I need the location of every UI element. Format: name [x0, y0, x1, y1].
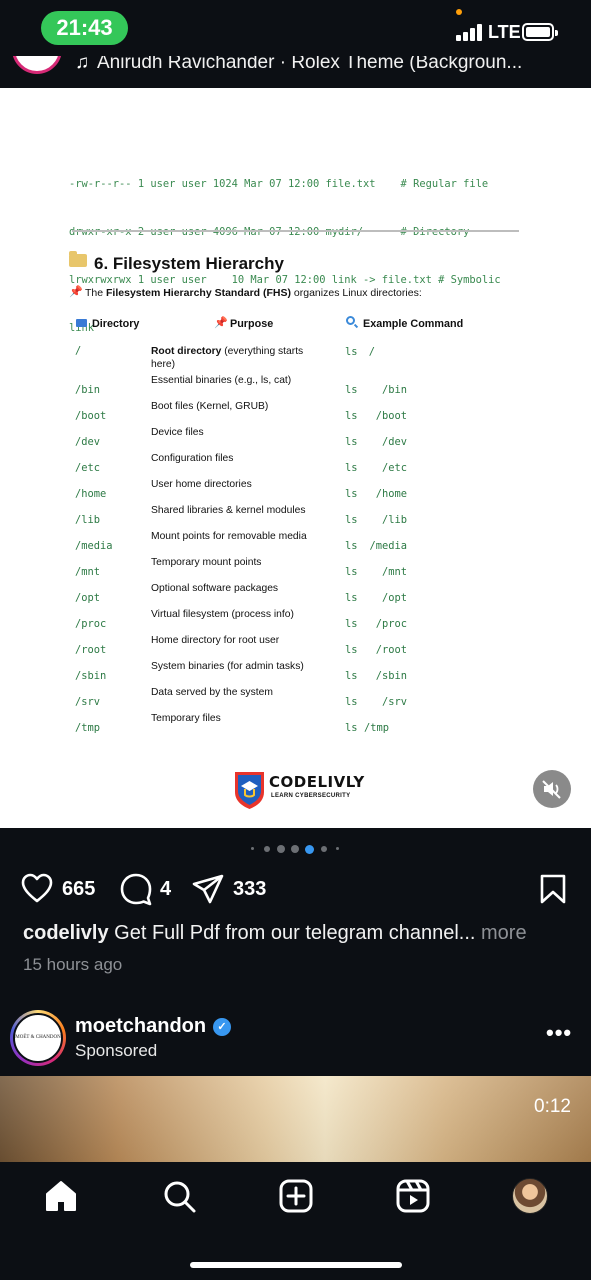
- comment-icon[interactable]: [119, 872, 153, 906]
- sponsored-video[interactable]: 0:12: [0, 1076, 591, 1162]
- dir-cell: /etc: [75, 462, 101, 474]
- purpose-cell: Temporary mount points: [151, 557, 262, 568]
- home-icon[interactable]: [43, 1178, 79, 1214]
- carousel-indicator: [0, 844, 591, 854]
- purpose-cell: Optional software packages: [151, 583, 279, 594]
- sponsored-label: Sponsored: [75, 1041, 158, 1060]
- dir-cell: /tmp: [75, 722, 101, 734]
- dir-cell: /srv: [75, 696, 101, 708]
- mute-button[interactable]: [533, 770, 571, 808]
- section-title: 6. Filesystem Hierarchy: [94, 254, 284, 273]
- paper-plane-icon[interactable]: [191, 873, 225, 905]
- caption-more-link[interactable]: more: [475, 922, 527, 944]
- post-caption: codelivly Get Full Pdf from our telegram…: [23, 922, 527, 945]
- dir-cell: /proc: [75, 618, 107, 630]
- likes-count[interactable]: 665: [62, 878, 95, 901]
- purpose-cell: Boot files (Kernel, GRUB): [151, 401, 269, 412]
- code-line: drwxr-xr-x 2 user user 4096 Mar 07 12:00…: [69, 226, 470, 238]
- divider: [72, 230, 519, 232]
- more-options-icon[interactable]: •••: [546, 1020, 572, 1046]
- folder-icon: [76, 319, 87, 327]
- dir-cell: /bin: [75, 384, 101, 396]
- comments-count[interactable]: 4: [160, 878, 171, 901]
- privacy-indicator-dot: [456, 9, 462, 15]
- purpose-cell: Mount points for removable media: [151, 531, 307, 542]
- purpose-cell: Root directory (everything starts here): [151, 346, 304, 370]
- codelivly-logo-icon: [235, 772, 264, 809]
- caption-username[interactable]: codelivly: [23, 922, 109, 944]
- status-bar: 21:43 LTE: [0, 0, 591, 56]
- post-actions: 665 4 333: [0, 870, 591, 910]
- status-time: 21:43: [41, 11, 128, 45]
- purpose-cell: Home directory for root user: [151, 635, 280, 646]
- sponsor-avatar[interactable]: MOËT & CHANDON: [10, 1010, 66, 1066]
- signal-icon: [456, 24, 482, 41]
- header-directory: Directory: [92, 318, 140, 330]
- dir-cell: /opt: [75, 592, 101, 604]
- post-image[interactable]: -rw-r--r-- 1 user user 1024 Mar 07 12:00…: [0, 88, 591, 828]
- search-icon[interactable]: [161, 1178, 197, 1214]
- header-purpose: Purpose: [230, 318, 274, 330]
- logo-tagline: LEARN CYBERSECURITY: [271, 793, 351, 799]
- dir-cell: /root: [75, 644, 107, 656]
- purpose-cell: Temporary files: [151, 713, 221, 724]
- dir-cell: /boot: [75, 410, 107, 422]
- folder-icon: [69, 251, 87, 267]
- sponsor-avatar-logo: MOËT & CHANDON: [13, 1013, 63, 1063]
- purpose-cell: System binaries (for admin tasks): [151, 661, 304, 672]
- dir-cell: /dev: [75, 436, 101, 448]
- dir-cell: /lib: [75, 514, 101, 526]
- battery-icon: [522, 23, 558, 41]
- reels-icon[interactable]: [395, 1178, 431, 1214]
- heart-icon[interactable]: [20, 872, 54, 904]
- intro-text: The Filesystem Hierarchy Standard (FHS) …: [85, 287, 422, 299]
- verified-badge-icon: ✓: [213, 1018, 231, 1036]
- pushpin-icon: 📌: [214, 317, 228, 329]
- caption-text: Get Full Pdf from our telegram channel..…: [108, 922, 476, 944]
- purpose-cell: Virtual filesystem (process info): [151, 609, 294, 620]
- pushpin-icon: 📌: [69, 286, 83, 298]
- purpose-cell: User home directories: [151, 479, 252, 490]
- network-type: LTE: [488, 22, 521, 42]
- bookmark-icon[interactable]: [539, 873, 567, 905]
- purpose-cell: Configuration files: [151, 453, 234, 464]
- dir-cell: /media: [75, 540, 113, 552]
- profile-avatar[interactable]: [512, 1178, 548, 1214]
- code-line: lrwxrwxrwx 1 user user 10 Mar 07 12:00 l…: [69, 274, 501, 286]
- video-duration: 0:12: [534, 1096, 571, 1117]
- header-command: Example Command: [363, 318, 464, 330]
- dir-cell: /: [75, 345, 82, 357]
- dir-cell: /mnt: [75, 566, 101, 578]
- shares-count[interactable]: 333: [233, 878, 266, 901]
- speaker-muted-icon: [542, 780, 561, 799]
- purpose-cell: Device files: [151, 427, 204, 438]
- post-timestamp: 15 hours ago: [23, 955, 123, 974]
- dir-cell: /home: [75, 488, 107, 500]
- purpose-cell: Shared libraries & kernel modules: [151, 505, 306, 516]
- magnifier-icon: [346, 316, 355, 325]
- purpose-cell: Essential binaries (e.g., ls, cat): [151, 375, 292, 386]
- dir-cell: /sbin: [75, 670, 107, 682]
- sponsor-account-name[interactable]: moetchandon: [75, 1015, 206, 1038]
- purpose-cell: Data served by the system: [151, 687, 273, 698]
- code-line: -rw-r--r-- 1 user user 1024 Mar 07 12:00…: [69, 178, 489, 190]
- logo-wordmark: CODELIVLY: [269, 773, 365, 791]
- plus-square-icon[interactable]: [278, 1178, 314, 1214]
- home-indicator: [190, 1262, 402, 1268]
